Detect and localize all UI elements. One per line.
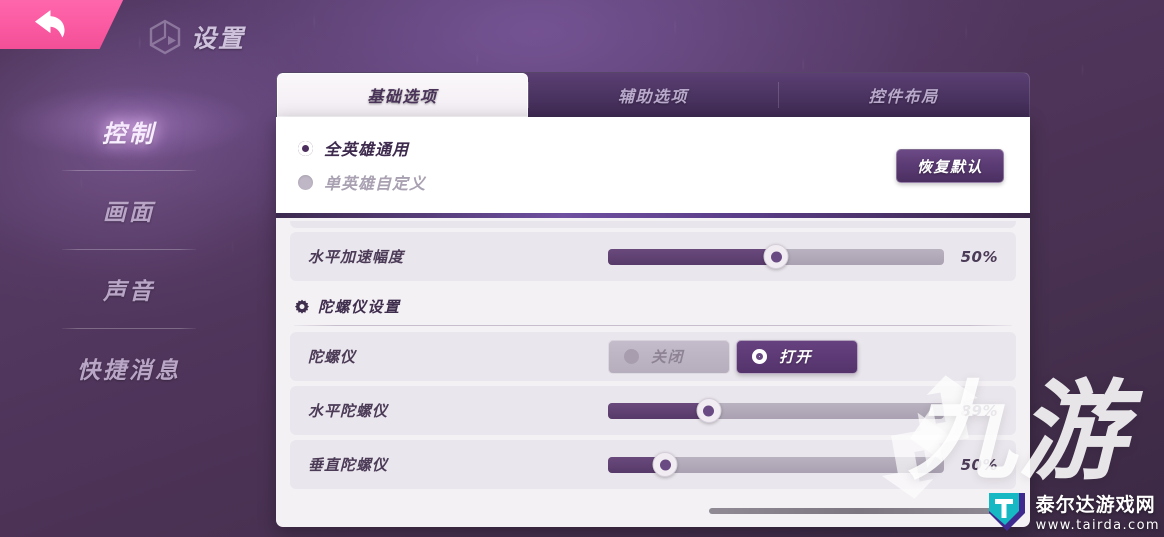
restore-default-button[interactable]: 恢复默认 xyxy=(896,149,1004,183)
tab-control-layout[interactable]: 控件布局 xyxy=(778,73,1029,117)
toggle-dot-icon xyxy=(624,349,639,364)
radio-selected-icon xyxy=(298,140,313,156)
tab-label: 基础选项 xyxy=(367,87,438,106)
toggle-label: 打开 xyxy=(779,348,813,366)
slider-horizontal-gyro[interactable] xyxy=(608,398,944,423)
slider-horizontal-accel[interactable] xyxy=(608,244,944,269)
toggle-label: 关闭 xyxy=(651,348,685,366)
slider-fill xyxy=(608,403,709,419)
setting-label: 陀螺仪 xyxy=(308,348,357,366)
setting-label: 水平加速幅度 xyxy=(308,248,405,266)
tab-basic-options[interactable]: 基础选项 xyxy=(277,73,528,117)
radio-unselected-icon xyxy=(298,174,313,190)
setting-label: 水平陀螺仪 xyxy=(308,402,389,420)
watermark-site-name: 泰尔达游戏网 xyxy=(1035,494,1156,516)
slider-thumb[interactable] xyxy=(652,452,678,477)
sidebar-item-control[interactable]: 控制 xyxy=(0,80,258,170)
partial-row-above xyxy=(290,221,1016,228)
radio-label: 单英雄自定义 xyxy=(324,174,427,193)
section-title: 陀螺仪设置 xyxy=(318,298,401,316)
tab-label: 控件布局 xyxy=(868,87,939,106)
tab-assist-options[interactable]: 辅助选项 xyxy=(527,73,779,117)
scope-selector: 全英雄通用 单英雄自定义 恢复默认 xyxy=(276,117,1030,213)
setting-row-vertical-gyro: 垂直陀螺仪 50% xyxy=(290,440,1016,489)
slider-fill xyxy=(608,249,776,265)
back-arrow-icon xyxy=(31,5,67,39)
page-title: 设置 xyxy=(191,24,246,53)
settings-panel: 基础选项 辅助选项 控件布局 全英雄通用 单英雄自定义 恢复默认 水平加速幅度 … xyxy=(276,72,1030,527)
watermark-site-url: www.tairda.com xyxy=(1035,518,1160,533)
section-divider xyxy=(276,213,1030,218)
section-header-gyroscope: 陀螺仪设置 xyxy=(290,286,1016,323)
gyroscope-toggle-group: 关闭 打开 xyxy=(608,339,858,374)
sidebar: 控制 画面 声音 快捷消息 xyxy=(0,80,258,407)
hex-cube-icon xyxy=(148,19,182,55)
toggle-dot-selected-icon xyxy=(752,349,767,364)
slider-vertical-gyro[interactable] xyxy=(608,452,944,477)
page-header: 设置 xyxy=(148,19,245,55)
sidebar-item-label: 控制 xyxy=(102,119,156,148)
setting-row-gyroscope-toggle: 陀螺仪 关闭 打开 xyxy=(290,332,1016,381)
slider-thumb[interactable] xyxy=(763,244,789,269)
back-button[interactable] xyxy=(0,0,126,49)
sidebar-item-display[interactable]: 画面 xyxy=(0,171,258,249)
setting-value: 50% xyxy=(960,247,998,266)
restore-default-label: 恢复默认 xyxy=(916,157,983,176)
horizontal-scrollbar[interactable] xyxy=(709,508,1009,514)
sidebar-item-label: 声音 xyxy=(103,279,155,305)
toggle-option-off[interactable]: 关闭 xyxy=(608,339,730,374)
tab-label: 辅助选项 xyxy=(618,87,689,106)
settings-scroll-area[interactable]: 水平加速幅度 50% 陀螺仪设置 陀螺仪 关闭 打开 水平陀螺仪 89% 垂直陀… xyxy=(276,221,1030,527)
setting-value: 89% xyxy=(960,401,998,420)
toggle-option-on[interactable]: 打开 xyxy=(736,339,858,374)
setting-value: 50% xyxy=(960,455,998,474)
watermark-site-badge: 泰尔达游戏网 www.tairda.com xyxy=(985,490,1160,533)
gear-icon xyxy=(294,299,310,315)
setting-label: 垂直陀螺仪 xyxy=(308,456,389,474)
sidebar-item-quick-messages[interactable]: 快捷消息 xyxy=(0,329,258,407)
setting-row-horizontal-accel: 水平加速幅度 50% xyxy=(290,232,1016,281)
tairda-logo-icon xyxy=(985,491,1029,533)
tab-bar: 基础选项 辅助选项 控件布局 xyxy=(276,72,1030,117)
sidebar-item-label: 画面 xyxy=(103,200,155,226)
sidebar-item-label: 快捷消息 xyxy=(77,358,181,384)
section-underline xyxy=(294,325,1012,326)
sidebar-item-sound[interactable]: 声音 xyxy=(0,250,258,328)
radio-label: 全英雄通用 xyxy=(324,140,410,159)
panel-body: 全英雄通用 单英雄自定义 恢复默认 水平加速幅度 50% 陀螺仪设置 陀螺仪 关… xyxy=(276,117,1030,527)
slider-thumb[interactable] xyxy=(696,398,722,423)
setting-row-horizontal-gyro: 水平陀螺仪 89% xyxy=(290,386,1016,435)
